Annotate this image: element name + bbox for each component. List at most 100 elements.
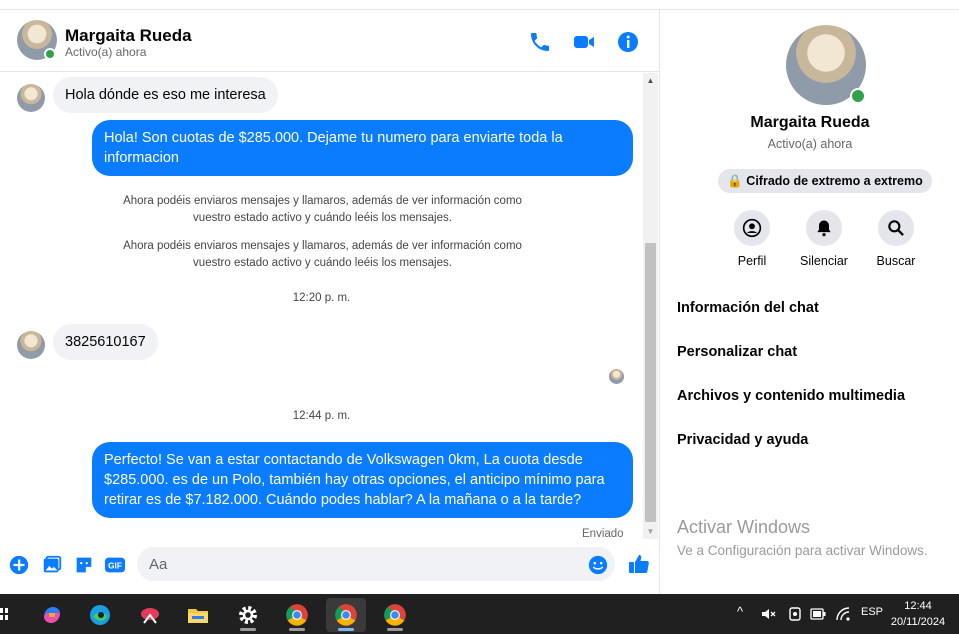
thumbs-up-icon[interactable] [627, 552, 651, 576]
activation-watermark-title: Activar Windows [677, 517, 811, 537]
profile-status: Activo(a) ahora [767, 137, 853, 151]
chrome-icon [335, 604, 357, 626]
edge-browser-icon [90, 605, 110, 625]
taskbar-chrome-1[interactable] [277, 598, 317, 632]
message-text-line: informacion [104, 150, 179, 166]
scroll-thumb[interactable] [645, 243, 656, 522]
message-text-line: Hola! Son cuotas de $285.000. Dejame tu … [104, 130, 563, 146]
chat-details-panel: Margaita Rueda Activo(a) ahora 🔒 Cifrado… [661, 10, 959, 594]
activation-watermark-text: Ve a Configuración para activar Windows. [677, 543, 928, 558]
timestamp: 12:44 p. m. [292, 410, 351, 422]
gif-icon[interactable]: GIF [104, 554, 126, 576]
running-indicator [240, 628, 256, 631]
timestamp: 12:20 p. m. [292, 292, 351, 304]
profile-label: Perfil [737, 254, 767, 268]
menu-chat-info[interactable]: Información del chat [677, 300, 819, 316]
copilot-icon [44, 607, 60, 623]
windows-taskbar: ^ ESP 12:44 20/11/2024 [0, 594, 959, 634]
system-clock[interactable]: 12:44 20/11/2024 [880, 598, 956, 630]
search-icon [888, 220, 904, 236]
message-text-line: $285.000. es de un Polo, también hay otr… [104, 472, 605, 488]
emoji-icon[interactable] [587, 554, 609, 576]
message-input[interactable] [137, 547, 615, 581]
taskbar-edge[interactable] [80, 598, 120, 632]
chevron-up-icon[interactable]: ^ [737, 604, 743, 619]
profile-circle-button[interactable] [734, 210, 770, 246]
system-notice: Ahora podéis enviaros mensajes y llamaro… [100, 193, 545, 227]
mute-label: Silenciar [800, 254, 848, 268]
seen-indicator-avatar [609, 369, 624, 384]
taskbar-copilot[interactable] [32, 598, 72, 632]
info-icon[interactable] [616, 30, 640, 54]
window-top-border [0, 0, 959, 10]
running-indicator [387, 628, 403, 631]
sticker-icon[interactable] [73, 554, 95, 576]
incoming-message[interactable]: 3825610167 [53, 324, 158, 360]
speaker-muted-icon[interactable] [760, 606, 776, 622]
system-notice-line: Ahora podéis enviaros mensajes y llamaro… [123, 195, 522, 207]
taskbar-chrome-2[interactable] [326, 598, 366, 632]
contact-name[interactable]: Margaita Rueda [65, 26, 192, 46]
running-indicator [338, 628, 354, 631]
sender-avatar [17, 84, 45, 112]
contact-status: Activo(a) ahora [65, 45, 147, 59]
message-text-line: Perfecto! Se van a estar contactando de … [104, 452, 583, 468]
message-list: Hola dónde es eso me interesa Hola! Son … [0, 73, 643, 539]
taskbar-file-explorer[interactable] [178, 598, 218, 632]
user-icon [742, 218, 762, 238]
clock-time: 12:44 [904, 600, 932, 612]
chrome-icon [384, 604, 406, 626]
scroll-down-arrow-icon[interactable]: ▼ [643, 524, 658, 539]
clock-date: 20/11/2024 [890, 616, 946, 628]
scroll-up-arrow-icon[interactable]: ▲ [643, 73, 658, 88]
online-indicator [44, 48, 56, 60]
wifi-icon[interactable] [835, 606, 851, 622]
message-text: Hola dónde es eso me interesa [65, 87, 266, 103]
menu-media-files[interactable]: Archivos y contenido multimedia [677, 388, 905, 404]
incoming-message[interactable]: Hola dónde es eso me interesa [53, 77, 278, 113]
taskbar-settings[interactable] [228, 598, 268, 632]
outgoing-message[interactable]: Hola! Son cuotas de $285.000. Dejame tu … [92, 120, 633, 176]
taskbar-snipping[interactable] [130, 598, 170, 632]
taskbar-chrome-3[interactable] [375, 598, 415, 632]
system-notice-line: vuestro estado activo y cuándo leéis los… [193, 257, 452, 269]
outgoing-message[interactable]: Perfecto! Se van a estar contactando de … [92, 442, 633, 518]
chat-panel: Margaita Rueda Activo(a) ahora Hola dónd… [0, 10, 660, 594]
plus-icon[interactable] [8, 554, 30, 576]
profile-name: Margaita Rueda [750, 114, 870, 131]
messenger-window: Margaita Rueda Activo(a) ahora Hola dónd… [0, 0, 959, 594]
gear-icon [239, 606, 257, 624]
chrome-icon [286, 604, 308, 626]
menu-privacy-help[interactable]: Privacidad y ayuda [677, 432, 808, 448]
message-scrollbar[interactable]: ▲ ▼ [643, 73, 658, 539]
folder-icon [188, 609, 208, 623]
composer-bar: GIF [0, 539, 660, 594]
video-call-icon[interactable] [572, 30, 596, 54]
sender-avatar [17, 331, 45, 359]
search-circle-button[interactable] [878, 210, 914, 246]
widgets-edge-icon[interactable] [0, 606, 10, 622]
battery-icon[interactable] [810, 607, 826, 621]
device-icon[interactable] [787, 606, 803, 622]
phone-icon[interactable] [528, 30, 552, 54]
message-text-line: retirar es de $7.182.000. Cuándo podes h… [104, 492, 582, 508]
system-notice-line: vuestro estado activo y cuándo leéis los… [193, 212, 452, 224]
running-indicator [289, 628, 305, 631]
encryption-badge[interactable]: 🔒 Cifrado de extremo a extremo [718, 169, 932, 193]
chat-header: Margaita Rueda Activo(a) ahora [0, 10, 660, 72]
system-notice: Ahora podéis enviaros mensajes y llamaro… [100, 238, 545, 272]
sent-status: Enviado [582, 528, 624, 539]
search-label: Buscar [876, 254, 916, 268]
bell-icon [817, 220, 831, 237]
search-action[interactable]: Buscar [861, 210, 931, 268]
mute-circle-button[interactable] [806, 210, 842, 246]
system-notice-line: Ahora podéis enviaros mensajes y llamaro… [123, 240, 522, 252]
profile-action[interactable]: Perfil [717, 210, 787, 268]
snipping-tool-icon [141, 608, 159, 624]
mute-action[interactable]: Silenciar [789, 210, 859, 268]
gallery-icon[interactable] [41, 554, 63, 576]
profile-online-indicator [850, 88, 866, 104]
svg-text:GIF: GIF [108, 562, 122, 571]
menu-customize-chat[interactable]: Personalizar chat [677, 344, 797, 360]
message-text: 3825610167 [65, 334, 146, 350]
